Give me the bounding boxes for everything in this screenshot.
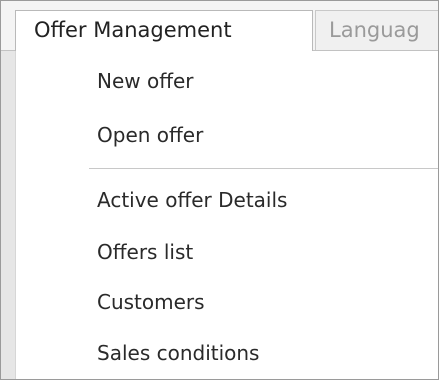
side-strip (1, 51, 15, 379)
tab-language[interactable]: Languag (315, 10, 438, 51)
menu-item-new-offer[interactable]: New offer (97, 69, 194, 93)
menu-window: Offer Management Languag New offer Open … (0, 0, 439, 380)
menu-item-active-offer-details[interactable]: Active offer Details (97, 188, 287, 212)
offer-management-dropdown: New offer Open offer Active offer Detail… (15, 51, 438, 379)
menu-item-offers-list[interactable]: Offers list (97, 240, 193, 264)
menu-bar: Offer Management Languag (1, 1, 438, 51)
tab-offer-management[interactable]: Offer Management (15, 10, 313, 51)
menu-item-sales-conditions[interactable]: Sales conditions (97, 341, 259, 365)
menu-separator (89, 168, 438, 169)
menu-item-customers[interactable]: Customers (97, 290, 205, 314)
menu-item-open-offer[interactable]: Open offer (97, 123, 203, 147)
